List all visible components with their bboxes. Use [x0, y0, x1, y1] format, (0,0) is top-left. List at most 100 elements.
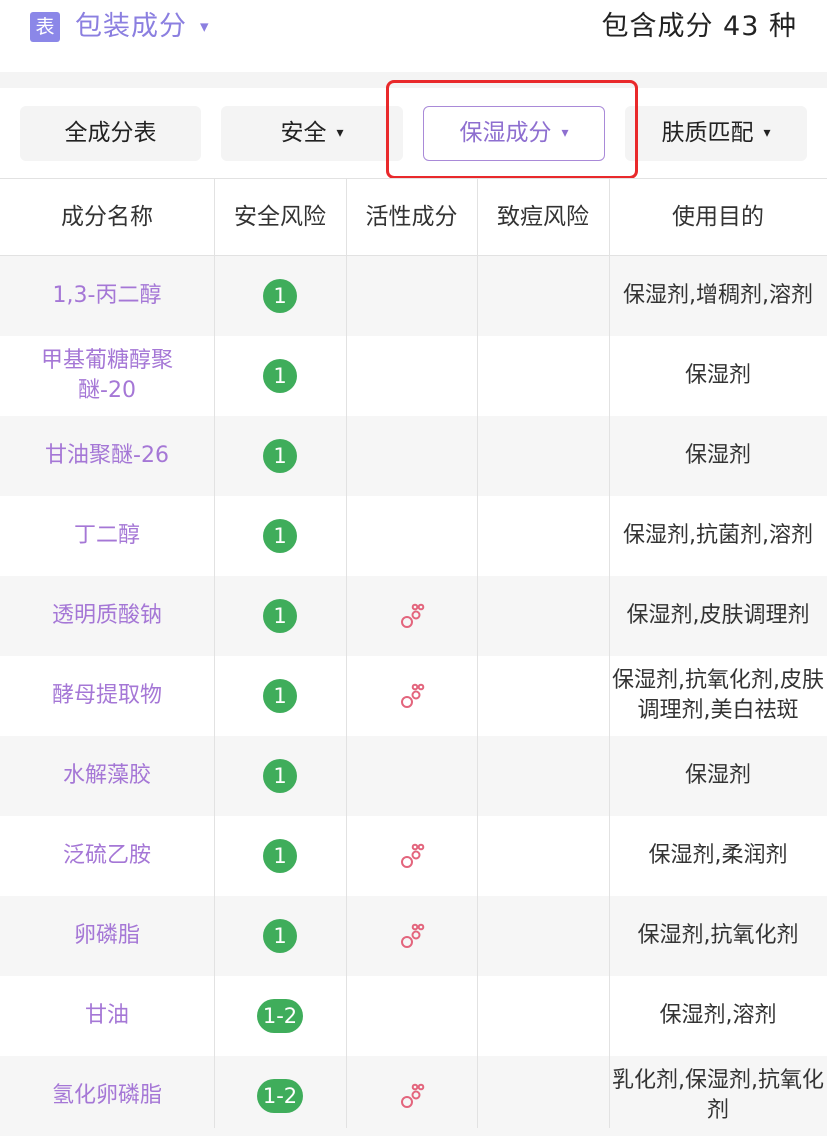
safety-risk-cell: 1 [214, 416, 346, 496]
highlight-box [386, 80, 638, 179]
ingredient-name-cell: 1,3-丙二醇 [0, 256, 214, 336]
table-row[interactable]: 甘油聚醚-26 1 保湿剂 [0, 416, 827, 496]
purpose-cell: 保湿剂,抗氧化剂 [609, 896, 827, 976]
safety-risk-cell: 1 [214, 496, 346, 576]
acne-risk-cell [477, 736, 609, 816]
purpose-cell: 保湿剂,抗菌剂,溶剂 [609, 496, 827, 576]
ingredient-name[interactable]: 透明质酸钠 [30, 601, 184, 631]
purpose-cell: 保湿剂,柔润剂 [609, 816, 827, 896]
caret-down-icon[interactable]: ▾ [200, 8, 209, 46]
active-ingredient-cell [346, 896, 477, 976]
column-divider [609, 178, 610, 1128]
acne-risk-cell [477, 1056, 609, 1136]
safety-risk-cell: 1 [214, 576, 346, 656]
acne-risk-cell [477, 816, 609, 896]
usage-purpose: 保湿剂,溶剂 [659, 1003, 777, 1028]
usage-purpose: 保湿剂,皮肤调理剂 [626, 603, 810, 628]
column-divider [346, 178, 347, 1128]
active-ingredient-icon [398, 682, 426, 710]
safety-risk-badge: 1 [263, 359, 297, 393]
filter-label: 肤质匹配 [661, 120, 754, 146]
purpose-cell: 保湿剂,溶剂 [609, 976, 827, 1056]
acne-risk-cell [477, 256, 609, 336]
active-ingredient-cell [346, 976, 477, 1056]
ingredient-name[interactable]: 氢化卵磷脂 [30, 1081, 184, 1111]
ingredients-table: 成分名称 安全风险 活性成分 致痘风险 使用目的 1,3-丙二醇 1 保湿剂,增稠剂… [0, 178, 827, 1136]
ingredient-name[interactable]: 酵母提取物 [30, 681, 184, 711]
ingredient-name-cell: 水解藻胶 [0, 736, 214, 816]
safety-risk-badge: 1 [263, 519, 297, 553]
ingredient-name-cell: 酵母提取物 [0, 656, 214, 736]
purpose-cell: 保湿剂,增稠剂,溶剂 [609, 256, 827, 336]
section-title[interactable]: 包装成分 [75, 8, 187, 46]
filter-all-ingredients[interactable]: 全成分表 [20, 106, 201, 161]
table-row[interactable]: 丁二醇 1 保湿剂,抗菌剂,溶剂 [0, 496, 827, 576]
purpose-cell: 乳化剂,保湿剂,抗氧化剂 [609, 1056, 827, 1136]
column-header-active: 活性成分 [365, 204, 458, 230]
filter-skin-type[interactable]: 肤质匹配 ▾ [625, 106, 807, 161]
active-ingredient-icon [398, 1082, 426, 1110]
filter-label: 全成分表 [64, 120, 157, 146]
active-ingredient-icon [398, 922, 426, 950]
table-row[interactable]: 透明质酸钠 1 保湿剂,皮肤调理剂 [0, 576, 827, 656]
purpose-cell: 保湿剂 [609, 736, 827, 816]
column-divider [477, 178, 478, 1128]
table-row[interactable]: 氢化卵磷脂 1-2 乳化剂,保湿剂,抗氧化剂 [0, 1056, 827, 1136]
active-ingredient-cell [346, 656, 477, 736]
column-header-safety-risk: 安全风险 [234, 204, 326, 230]
column-header-purpose: 使用目的 [672, 204, 764, 230]
ingredient-name[interactable]: 卵磷脂 [52, 921, 162, 951]
acne-risk-cell [477, 416, 609, 496]
column-header-acne-risk: 致痘风险 [497, 204, 589, 230]
safety-risk-cell: 1 [214, 816, 346, 896]
usage-purpose: 保湿剂 [684, 763, 751, 788]
safety-risk-cell: 1 [214, 256, 346, 336]
table-row[interactable]: 1,3-丙二醇 1 保湿剂,增稠剂,溶剂 [0, 256, 827, 336]
table-row[interactable]: 水解藻胶 1 保湿剂 [0, 736, 827, 816]
ingredient-name[interactable]: 水解藻胶 [41, 761, 173, 791]
active-ingredient-cell [346, 336, 477, 416]
ingredient-name-cell: 泛硫乙胺 [0, 816, 214, 896]
acne-risk-cell [477, 336, 609, 416]
filter-safety[interactable]: 安全 ▾ [221, 106, 403, 161]
ingredient-name-cell: 丁二醇 [0, 496, 214, 576]
safety-risk-badge: 1 [263, 439, 297, 473]
ingredient-name[interactable]: 泛硫乙胺 [41, 841, 173, 871]
active-ingredient-icon [398, 602, 426, 630]
acne-risk-cell [477, 976, 609, 1056]
table-row[interactable]: 泛硫乙胺 1 保湿剂,柔润剂 [0, 816, 827, 896]
usage-purpose: 乳化剂,保湿剂,抗氧化剂 [612, 1068, 824, 1123]
ingredient-name[interactable]: 甘油 [63, 1001, 151, 1031]
acne-risk-cell [477, 896, 609, 976]
usage-purpose: 保湿剂 [684, 443, 751, 468]
acne-risk-cell [477, 656, 609, 736]
table-row[interactable]: 甘油 1-2 保湿剂,溶剂 [0, 976, 827, 1056]
table-row[interactable]: 甲基葡糖醇聚醚-20 1 保湿剂 [0, 336, 827, 416]
ingredient-name[interactable]: 甘油聚醚-26 [23, 441, 191, 471]
ingredient-name-cell: 卵磷脂 [0, 896, 214, 976]
acne-risk-cell [477, 496, 609, 576]
safety-risk-badge: 1-2 [256, 1079, 304, 1113]
safety-risk-cell: 1-2 [214, 1056, 346, 1136]
usage-purpose: 保湿剂,抗菌剂,溶剂 [623, 523, 813, 548]
safety-risk-badge: 1 [263, 839, 297, 873]
usage-purpose: 保湿剂,增稠剂,溶剂 [623, 283, 813, 308]
ingredient-count: 包含成分 43 种 [601, 11, 797, 42]
active-ingredient-cell [346, 256, 477, 336]
active-ingredient-cell [346, 576, 477, 656]
safety-risk-badge: 1 [263, 759, 297, 793]
usage-purpose: 保湿剂 [684, 363, 751, 388]
usage-purpose: 保湿剂,抗氧化剂,皮肤调理剂,美白祛斑 [612, 668, 824, 723]
ingredient-name[interactable]: 丁二醇 [52, 521, 162, 551]
table-row[interactable]: 卵磷脂 1 保湿剂,抗氧化剂 [0, 896, 827, 976]
ingredient-name[interactable]: 甲基葡糖醇聚醚-20 [0, 346, 214, 406]
purpose-cell: 保湿剂 [609, 336, 827, 416]
active-ingredient-icon [398, 842, 426, 870]
ingredient-name-cell: 透明质酸钠 [0, 576, 214, 656]
safety-risk-cell: 1-2 [214, 976, 346, 1056]
table-row[interactable]: 酵母提取物 1 保湿剂,抗氧化剂,皮肤调理剂,美白祛斑 [0, 656, 827, 736]
caret-down-icon: ▾ [336, 125, 344, 141]
ingredient-name[interactable]: 1,3-丙二醇 [31, 281, 184, 311]
ingredient-name-cell: 甘油 [0, 976, 214, 1056]
safety-risk-badge: 1 [263, 599, 297, 633]
